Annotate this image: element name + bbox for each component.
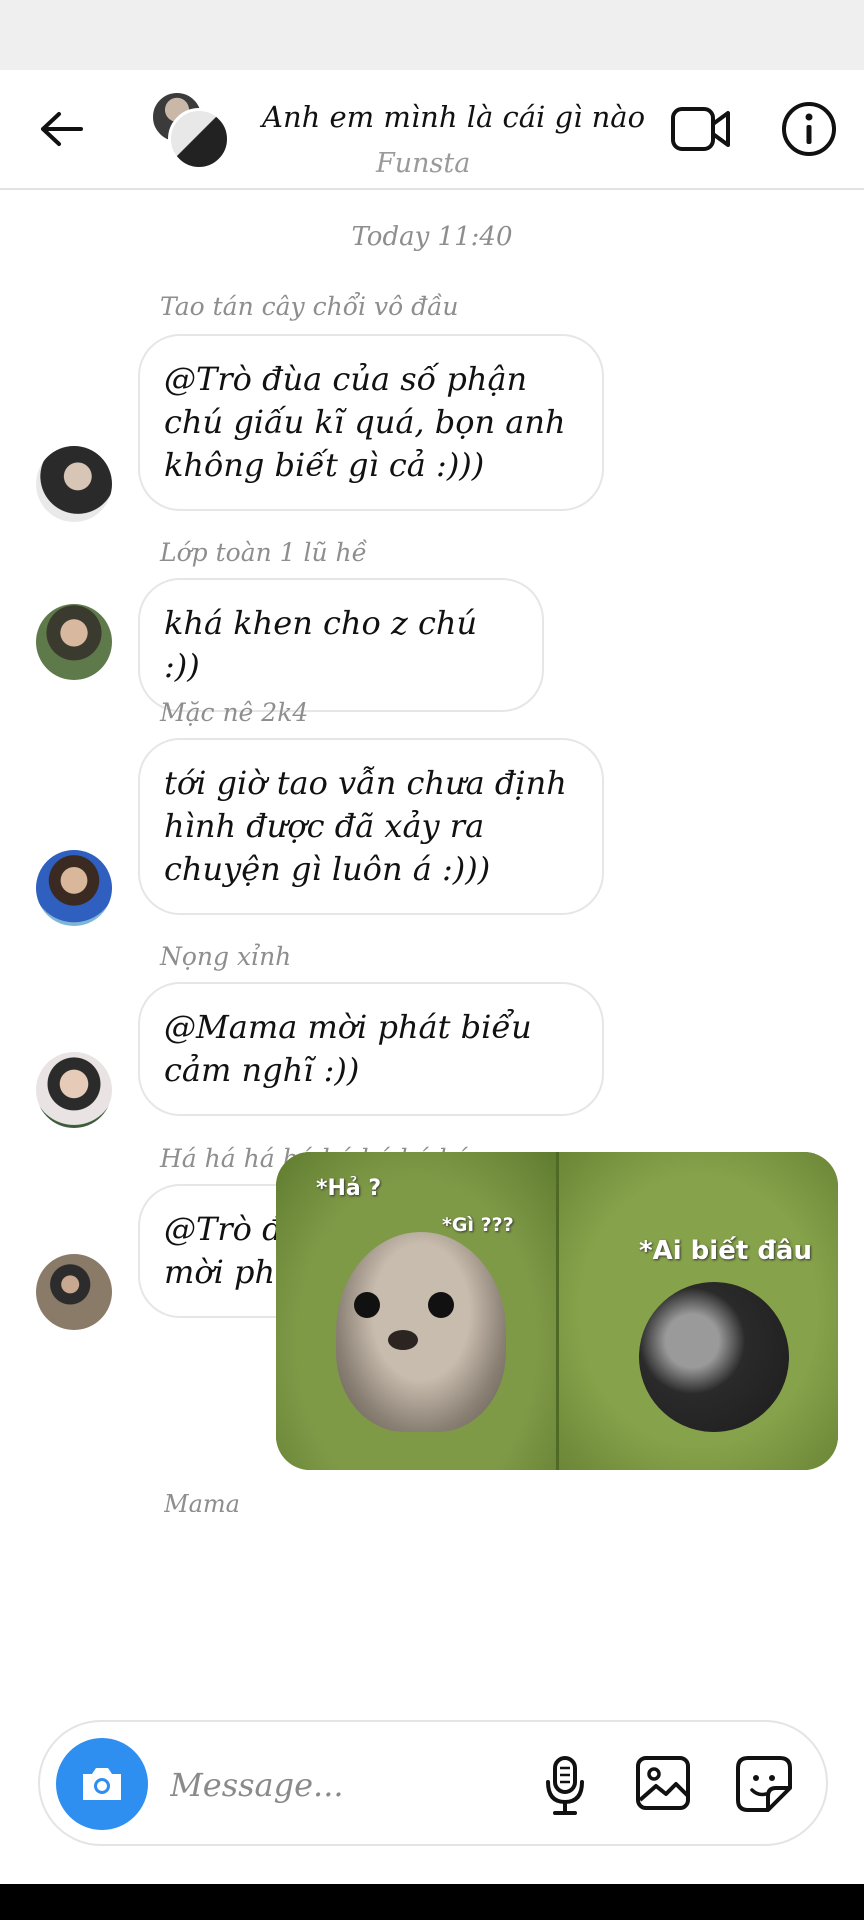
- avatar[interactable]: [36, 1052, 112, 1128]
- status-bar: [0, 0, 864, 70]
- chat-title[interactable]: Anh em mình là cái gì nào: [262, 100, 645, 134]
- avatar[interactable]: [36, 604, 112, 680]
- sticker-button[interactable]: [734, 1754, 794, 1814]
- avatar[interactable]: [36, 1254, 112, 1330]
- avatar[interactable]: [36, 850, 112, 926]
- system-navigation-bar: [0, 1884, 864, 1920]
- microphone-button[interactable]: [540, 1752, 590, 1818]
- meme-caption: *Ai biết đâu: [639, 1236, 812, 1266]
- message-bubble[interactable]: @Mama mời phát biểu cảm nghĩ :)): [138, 982, 604, 1116]
- message-line: khá khen cho z chú :)): [164, 604, 478, 685]
- chat-subtitle: Funsta: [376, 148, 471, 179]
- seal-nose: [388, 1330, 418, 1350]
- message-sender: Mặc nê 2k4: [160, 698, 309, 727]
- message-sender: Tao tán cây chổi vô đầu: [160, 292, 459, 321]
- seal-eye: [428, 1292, 454, 1318]
- group-avatar-member-2: [168, 108, 230, 170]
- meme-panel-left: *Hả ? *Gì ???: [276, 1152, 557, 1470]
- sticker-icon: [736, 1756, 792, 1812]
- meme-caption: *Gì ???: [442, 1214, 514, 1236]
- seal-eye: [354, 1292, 380, 1318]
- message-line: chú giấu kĩ quá, bọn anh: [164, 403, 566, 441]
- message-line: @Mama mời phát biểu: [164, 1008, 532, 1046]
- timestamp: Today 11:40: [351, 222, 513, 252]
- message-line: hình được đã xảy ra: [164, 807, 485, 845]
- camera-icon: [83, 1768, 121, 1800]
- message-line: @Trò đùa của số phận: [164, 360, 528, 398]
- message-bubble[interactable]: tới giờ tao vẫn chưa định hình được đã x…: [138, 738, 604, 915]
- back-button[interactable]: [36, 104, 86, 154]
- camera-button[interactable]: [56, 1738, 148, 1830]
- video-camera-icon: [671, 107, 730, 151]
- gallery-button[interactable]: [634, 1754, 692, 1812]
- arrow-left-icon: [41, 112, 83, 146]
- message-input[interactable]: [170, 1752, 530, 1818]
- meme-caption: *Hả ?: [316, 1176, 382, 1201]
- message-line: cảm nghĩ :)): [164, 1051, 360, 1089]
- video-call-button[interactable]: [670, 102, 732, 156]
- message-line: không biết gì cả :))): [164, 446, 485, 484]
- seal-figure: [617, 1260, 811, 1454]
- avatar[interactable]: [36, 446, 112, 522]
- chat-header: Anh em mình là cái gì nào Funsta: [0, 70, 864, 190]
- message-composer: [38, 1720, 828, 1846]
- image-icon: [636, 1756, 690, 1810]
- info-button[interactable]: [780, 100, 838, 158]
- message-sender: Nọng xỉnh: [160, 942, 292, 971]
- microphone-icon: [546, 1756, 584, 1815]
- meme-panel-right: *Ai biết đâu: [559, 1152, 838, 1470]
- message-sender: Mama: [164, 1490, 240, 1512]
- message-sender: Lớp toàn 1 lũ hề: [160, 538, 368, 567]
- seal-figure: [336, 1232, 506, 1432]
- message-bubble[interactable]: @Trò đùa của số phận chú giấu kĩ quá, bọ…: [138, 334, 604, 511]
- image-message[interactable]: *Hả ? *Gì ??? *Ai biết đâu: [276, 1152, 838, 1470]
- message-bubble[interactable]: khá khen cho z chú :)): [138, 578, 544, 712]
- message-line: tới giờ tao vẫn chưa định: [164, 764, 567, 802]
- message-line: chuyện gì luôn á :))): [164, 850, 491, 888]
- group-avatar[interactable]: [150, 90, 230, 170]
- info-icon: [782, 102, 836, 156]
